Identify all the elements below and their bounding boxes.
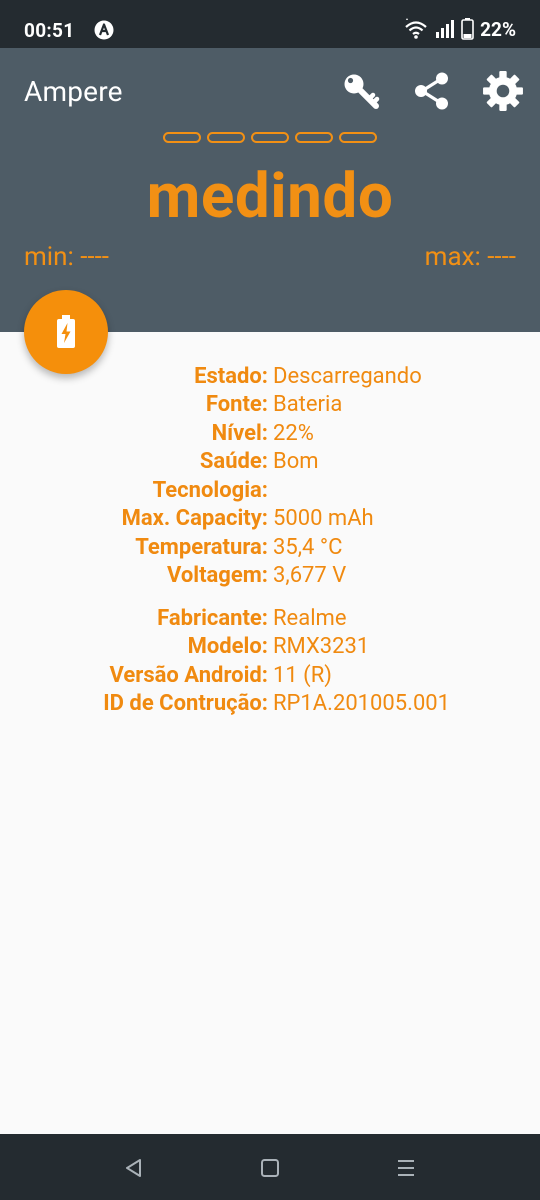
info-label: Versão Android: <box>109 662 269 688</box>
info-value: Realme <box>273 605 347 631</box>
info-value: 11 (R) <box>273 662 332 688</box>
info-row-max-capacity: Max. Capacity: 5000 mAh <box>0 505 540 534</box>
info-value: 5000 mAh <box>273 506 374 532</box>
info-row-versao-android: Versão Android: 11 (R) <box>0 661 540 690</box>
indicator-dash <box>251 132 289 143</box>
back-icon <box>126 1159 141 1177</box>
info-row-fabricante: Fabricante: Realme <box>0 604 540 633</box>
info-value: RP1A.201005.001 <box>273 691 451 717</box>
measurement-value: medindo <box>146 160 394 233</box>
wifi-icon <box>405 18 427 39</box>
info-value: Descarregando <box>273 363 422 389</box>
battery-icon <box>461 18 474 40</box>
info-value: 22% <box>273 420 314 446</box>
status-battery-percent: 22% <box>480 17 516 41</box>
info-label: Fonte: <box>205 392 268 418</box>
share-button[interactable] <box>411 70 453 112</box>
key-icon <box>344 74 380 109</box>
info-row-temperatura: Temperatura: 35,4 °C <box>0 533 540 562</box>
info-label: Max. Capacity: <box>121 506 268 532</box>
info-value: 3,677 V <box>273 563 347 589</box>
indicator-dash <box>207 132 245 143</box>
battery-charging-icon <box>57 315 75 348</box>
back-button[interactable] <box>120 1154 148 1182</box>
max-value: max: ---- <box>424 242 516 272</box>
settings-button[interactable] <box>482 70 524 112</box>
info-row-voltagem: Voltagem: 3,677 V <box>0 562 540 591</box>
indicator-dash <box>339 132 377 143</box>
info-label: Nível: <box>211 420 268 446</box>
info-row-nivel: Nível: 22% <box>0 419 540 448</box>
info-row-fonte: Fonte: Bateria <box>0 391 540 420</box>
info-label: Temperatura: <box>135 534 268 560</box>
home-icon <box>261 1159 279 1177</box>
info-row-estado: Estado: Descarregando <box>0 362 540 391</box>
info-value: Bom <box>273 449 319 475</box>
info-value: Bateria <box>273 392 343 418</box>
info-label: Saúde: <box>199 449 268 475</box>
a-circle-icon <box>94 20 114 40</box>
info-label: Modelo: <box>187 634 268 660</box>
info-value: 35,4 °C <box>273 534 343 560</box>
measuring-indicator <box>163 132 377 143</box>
info-value: RMX3231 <box>273 634 370 660</box>
info-row-build-id: ID de Contrução: RP1A.201005.001 <box>0 690 540 719</box>
indicator-dash <box>295 132 333 143</box>
status-time: 00:51 <box>24 19 75 42</box>
status-bar: 00:51 22% <box>0 0 540 48</box>
info-row-modelo: Modelo: RMX3231 <box>0 633 540 662</box>
share-icon <box>415 72 448 110</box>
navigation-bar <box>0 1134 540 1200</box>
app-title: Ampere <box>24 75 123 108</box>
recents-button[interactable] <box>392 1154 420 1182</box>
info-row-saude: Saúde: Bom <box>0 448 540 477</box>
recents-icon <box>398 1160 414 1176</box>
indicator-dash <box>163 132 201 143</box>
info-row-tecnologia: Tecnologia: <box>0 476 540 505</box>
app-bar: Ampere medindo min: ---- max: ---- <box>0 48 540 332</box>
battery-info-list: Estado: Descarregando Fonte: Bateria Nív… <box>0 362 540 718</box>
key-button[interactable] <box>340 70 382 112</box>
status-icons: 22% <box>403 17 516 41</box>
info-label: Estado: <box>194 363 268 389</box>
signal-icon <box>436 20 455 38</box>
info-label: Fabricante: <box>157 605 268 631</box>
min-value: min: ---- <box>24 242 109 272</box>
info-label: Tecnologia: <box>152 477 268 503</box>
info-label: Voltagem: <box>166 563 268 589</box>
gear-icon <box>483 71 523 111</box>
info-label: ID de Contrução: <box>103 691 268 717</box>
home-button[interactable] <box>256 1154 284 1182</box>
